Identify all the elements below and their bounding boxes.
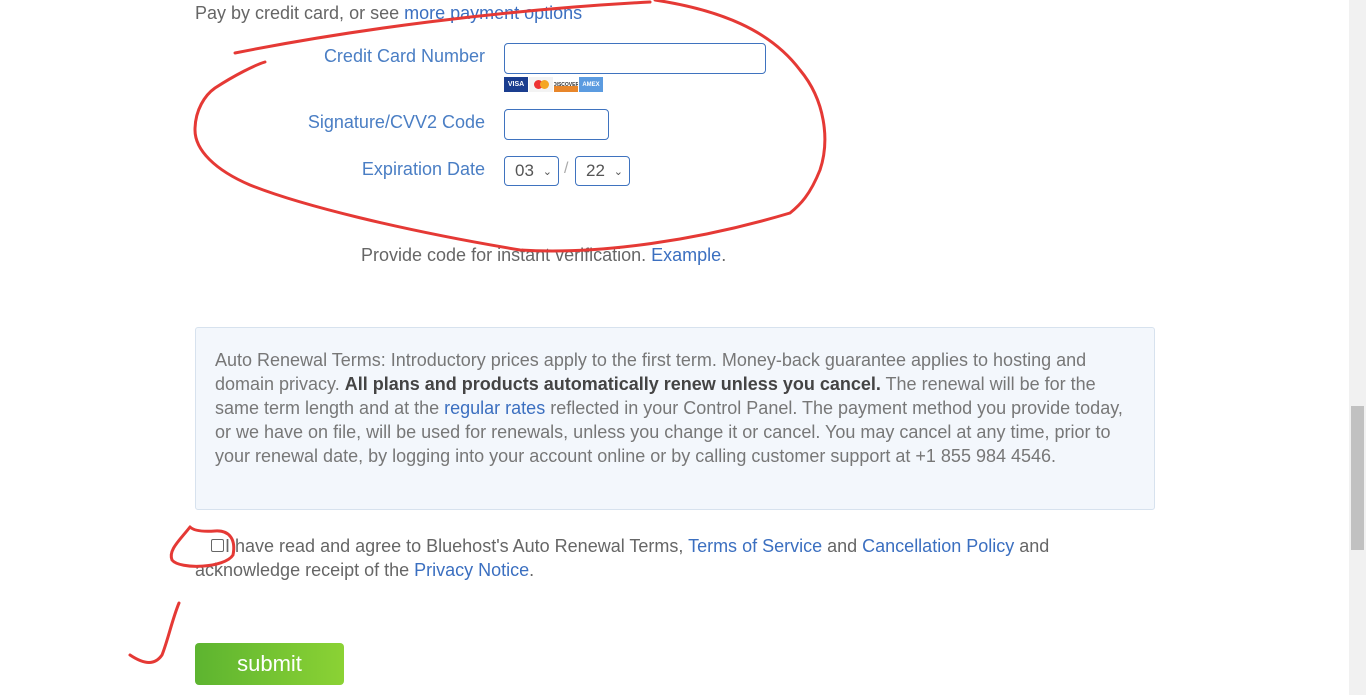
scrollbar-thumb[interactable] (1351, 406, 1364, 550)
annotation-circle (169, 525, 236, 568)
red-annotations (128, 0, 827, 664)
annotation-ellipse (193, 0, 827, 253)
scrollbar-track[interactable] (1349, 0, 1366, 695)
annotation-checkmark (128, 601, 181, 664)
